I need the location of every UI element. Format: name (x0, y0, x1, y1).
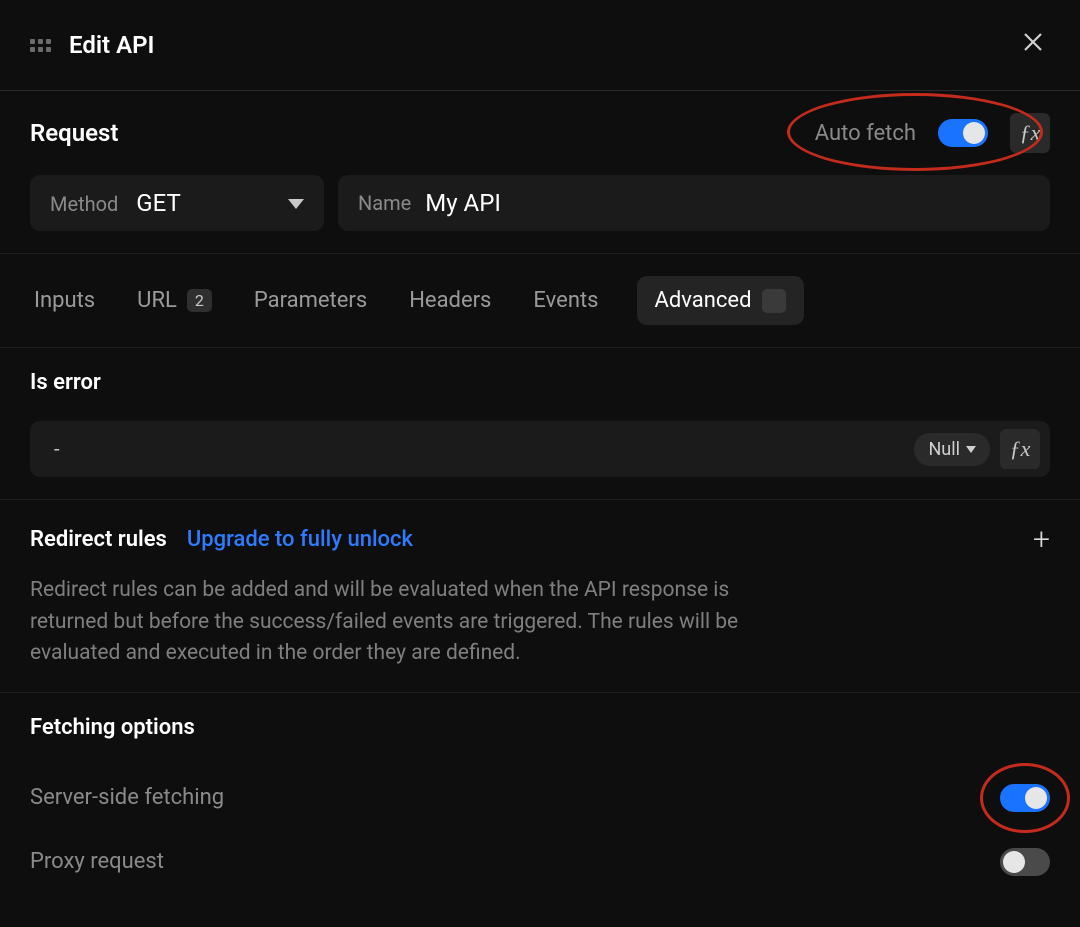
redirect-rules-section: Redirect rules Upgrade to fully unlock +… (0, 500, 1080, 693)
tab-inputs[interactable]: Inputs (30, 278, 99, 323)
redirect-description: Redirect rules can be added and will be … (30, 575, 790, 670)
close-icon[interactable] (1016, 26, 1050, 64)
chevron-down-icon (966, 446, 976, 453)
autofetch-label: Auto fetch (815, 121, 916, 146)
upgrade-link[interactable]: Upgrade to fully unlock (187, 527, 413, 552)
panel-title: Edit API (69, 31, 154, 59)
name-label: Name (358, 191, 411, 215)
fetching-options-section: Fetching options Server-side fetching Pr… (0, 693, 1080, 916)
autofetch-group: Auto fetch ƒx (815, 113, 1050, 153)
tabs-row: Inputs URL 2 Parameters Headers Events Ad… (0, 254, 1080, 348)
server-side-toggle[interactable] (1000, 784, 1050, 812)
is-error-value: - (54, 437, 60, 461)
name-value: My API (425, 189, 501, 217)
is-error-controls: Null ƒx (914, 429, 1040, 469)
is-error-input[interactable]: - Null ƒx (30, 421, 1050, 477)
redirect-heading: Redirect rules (30, 527, 167, 552)
request-heading: Request (30, 119, 118, 147)
proxy-label: Proxy request (30, 849, 164, 874)
proxy-toggle[interactable] (1000, 848, 1050, 876)
edit-api-panel: Edit API Request Auto fetch ƒx Method GE… (0, 0, 1080, 927)
chevron-down-icon (288, 194, 304, 213)
tab-label: Events (533, 288, 598, 313)
is-error-section: Is error - Null ƒx (0, 348, 1080, 500)
tab-label: Inputs (34, 288, 95, 313)
tab-label: Advanced (655, 288, 752, 313)
tab-parameters[interactable]: Parameters (250, 278, 371, 323)
is-error-heading: Is error (30, 370, 1050, 395)
fx-button-autofetch[interactable]: ƒx (1010, 113, 1050, 153)
tab-badge-empty (762, 289, 786, 313)
tab-label: Parameters (254, 288, 367, 313)
tab-events[interactable]: Events (529, 278, 602, 323)
type-chip-null[interactable]: Null (914, 433, 990, 466)
drag-grip-icon[interactable] (30, 39, 51, 52)
add-rule-icon[interactable]: + (1033, 522, 1050, 557)
redirect-header-row: Redirect rules Upgrade to fully unlock + (30, 522, 1050, 557)
type-chip-label: Null (928, 439, 960, 460)
request-fields-row: Method GET Name My API (30, 175, 1050, 231)
server-side-fetching-row: Server-side fetching (30, 766, 1050, 830)
proxy-request-row: Proxy request (30, 830, 1050, 894)
request-header-row: Request Auto fetch ƒx (30, 113, 1050, 153)
request-section: Request Auto fetch ƒx Method GET Name (0, 91, 1080, 254)
name-input[interactable]: Name My API (338, 175, 1050, 231)
titlebar-left: Edit API (30, 31, 154, 59)
method-value: GET (136, 189, 181, 217)
tab-headers[interactable]: Headers (405, 278, 495, 323)
tab-advanced[interactable]: Advanced (637, 276, 804, 325)
titlebar: Edit API (0, 0, 1080, 91)
tab-label: Headers (409, 288, 491, 313)
autofetch-toggle[interactable] (938, 119, 988, 147)
fx-button-iserror[interactable]: ƒx (1000, 429, 1040, 469)
redirect-header-left: Redirect rules Upgrade to fully unlock (30, 527, 413, 552)
tab-url[interactable]: URL 2 (133, 278, 216, 323)
tab-badge-count: 2 (187, 289, 212, 312)
method-label: Method (50, 192, 118, 216)
method-select[interactable]: Method GET (30, 175, 324, 231)
tab-label: URL (137, 288, 177, 313)
fetching-heading: Fetching options (30, 715, 1050, 740)
server-side-label: Server-side fetching (30, 785, 224, 810)
